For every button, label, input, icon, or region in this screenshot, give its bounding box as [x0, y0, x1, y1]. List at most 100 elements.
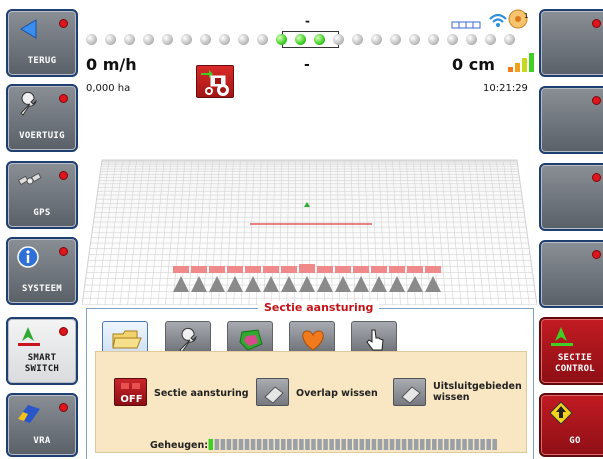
vehicle-button[interactable]: VOERTUIG	[6, 84, 78, 152]
section-segment	[227, 266, 243, 273]
memory-cell	[462, 439, 467, 450]
go-button[interactable]: GO	[539, 393, 603, 457]
memory-cell	[232, 439, 238, 450]
memory-cell	[341, 439, 346, 450]
lightbar-dot	[162, 34, 173, 45]
go-button-label: GO	[569, 436, 581, 446]
vra-button-label: VRA	[33, 436, 51, 446]
memory-cell	[244, 439, 250, 450]
section-control-button[interactable]: SECTIE CONTROL	[539, 317, 603, 385]
speed-readout: 0 m/h	[86, 55, 137, 74]
panel-title: Sectie aansturing	[258, 301, 380, 314]
section-segment	[209, 266, 225, 273]
memory-cell	[238, 439, 244, 450]
section-control-panel: Sectie aansturing OFF Sectie aansturing …	[86, 301, 534, 459]
signal-strength-icon	[508, 52, 534, 72]
memory-cell	[329, 439, 334, 450]
section-segment	[335, 266, 351, 273]
section-segment	[173, 266, 189, 273]
memory-cell	[450, 439, 455, 450]
off-switch-icon: OFF	[120, 383, 143, 405]
memory-cell	[413, 439, 419, 450]
gps-button-label: GPS	[33, 208, 51, 218]
right-button-4[interactable]	[539, 240, 603, 308]
memory-cell	[226, 439, 232, 450]
memory-cell	[371, 439, 377, 450]
status-led	[592, 250, 601, 259]
back-button-label: TERUG	[27, 56, 57, 66]
memory-cell	[274, 439, 280, 450]
memory-label: Geheugen:	[150, 440, 209, 451]
system-button[interactable]: SYSTEEM	[6, 237, 78, 305]
memory-cell	[335, 439, 340, 450]
memory-cell	[426, 439, 431, 450]
clear-exclusion-button[interactable]	[393, 378, 426, 406]
lightbar-dot	[124, 34, 135, 45]
section-segment	[425, 266, 441, 273]
vra-icon	[18, 405, 40, 423]
status-led	[59, 403, 68, 412]
right-button-1[interactable]	[539, 9, 603, 77]
area-readout: 0,000 ha	[86, 83, 131, 94]
memory-cell	[492, 439, 497, 450]
tractor-view-button[interactable]	[196, 65, 234, 98]
clear-overlap-button[interactable]	[256, 378, 289, 406]
lightbar-dot	[409, 34, 420, 45]
lightbar-dot	[219, 34, 230, 45]
memory-cell	[407, 439, 413, 450]
memory-cell	[214, 439, 220, 450]
status-led	[592, 173, 601, 182]
memory-cell	[474, 439, 479, 450]
smart-switch-icon	[18, 327, 40, 346]
tab-folder[interactable]	[102, 321, 148, 355]
lightbar-dot	[181, 34, 192, 45]
lightbar-center-frame	[282, 31, 339, 48]
status-led	[59, 171, 68, 180]
guidance-readout: -	[304, 57, 310, 73]
smart-switch-button[interactable]: SMART SWITCH	[6, 317, 78, 385]
memory-cell	[468, 439, 473, 450]
gps-button[interactable]: GPS	[6, 161, 78, 229]
memory-cell	[438, 439, 443, 450]
status-led	[592, 19, 601, 28]
section-toggle-button[interactable]: OFF	[114, 378, 147, 406]
memory-cell	[419, 439, 425, 450]
section-control-icon	[551, 327, 573, 346]
lightbar	[86, 31, 526, 48]
back-button[interactable]: TERUG	[6, 9, 78, 77]
right-button-2[interactable]	[539, 86, 603, 154]
memory-cell	[486, 439, 491, 450]
memory-cell	[220, 439, 226, 450]
tab-favorite[interactable]	[289, 321, 335, 355]
memory-cell	[256, 439, 262, 450]
svg-text:OFF: OFF	[120, 394, 142, 405]
memory-cell	[353, 439, 359, 450]
satellite-count: 1	[524, 12, 529, 20]
right-button-3[interactable]	[539, 163, 603, 231]
lightbar-dot	[428, 34, 439, 45]
tab-settings[interactable]	[165, 321, 211, 355]
lightbar-dot	[86, 34, 97, 45]
lightbar-dot	[143, 34, 154, 45]
memory-cell	[268, 439, 274, 450]
memory-cell	[480, 439, 485, 450]
clear-exclusion-label: Uitsluitgebieden wissen	[433, 381, 522, 403]
vra-button[interactable]: VRA	[6, 393, 78, 457]
status-led	[59, 327, 68, 336]
heading-readout: -	[305, 14, 310, 28]
tab-manual[interactable]	[351, 321, 397, 355]
back-arrow-icon	[20, 19, 37, 39]
lightbar-dot	[295, 34, 306, 45]
field-view[interactable]	[82, 150, 537, 305]
offset-readout: 0 cm	[452, 55, 495, 74]
lightbar-dot	[352, 34, 363, 45]
wifi-icon	[489, 13, 507, 27]
memory-cell	[347, 439, 352, 450]
memory-cell	[377, 439, 383, 450]
rtk-status-icon	[451, 21, 481, 29]
section-control-label: SECTIE CONTROL	[554, 353, 596, 374]
clock: 10:21:29	[483, 83, 528, 94]
section-toggle-label: Sectie aansturing	[154, 388, 249, 399]
tab-boundary[interactable]	[227, 321, 273, 355]
info-icon	[17, 246, 39, 268]
